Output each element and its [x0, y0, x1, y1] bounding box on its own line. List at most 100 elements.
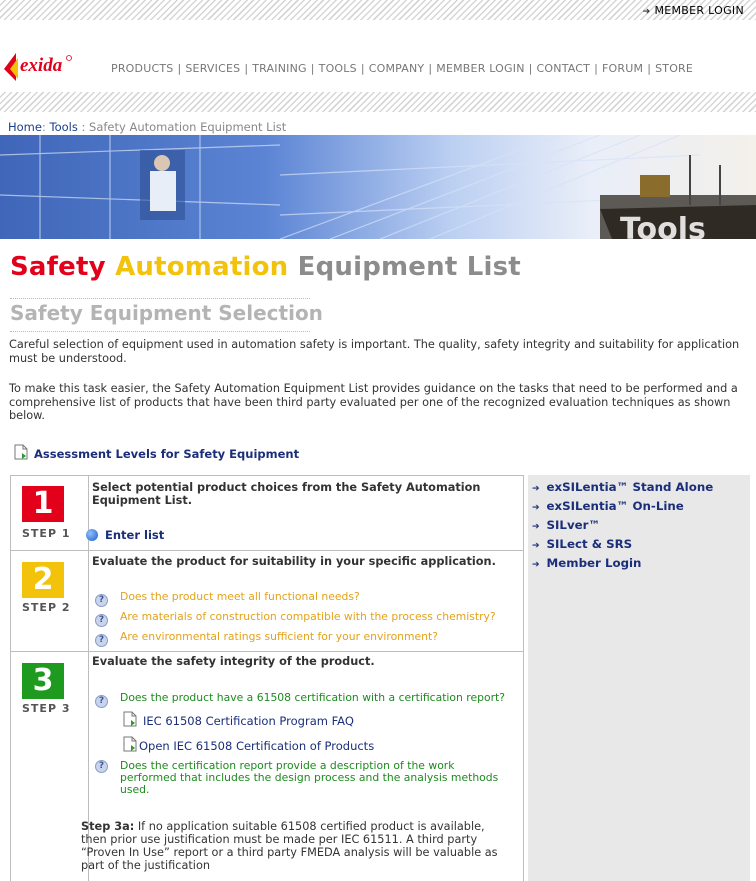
nav-separator: |: [244, 62, 249, 75]
sidebar-link-silect-srs[interactable]: ➔ SILect & SRS: [532, 537, 632, 551]
nav-separator: |: [647, 62, 652, 75]
arrow-right-icon: ➔: [532, 503, 540, 513]
title-word-safety: Safety: [10, 252, 106, 282]
nav-item-tools[interactable]: TOOLS: [319, 62, 357, 75]
breadcrumb-separator: :: [81, 120, 86, 134]
iec-61508-certification-link[interactable]: Open IEC 61508 Certification of Products: [123, 736, 374, 753]
nav-separator: |: [360, 62, 365, 75]
nav-item-member-login[interactable]: MEMBER LOGIN: [436, 62, 524, 75]
exida-logo-mark: exida: [4, 53, 72, 81]
exida-logo[interactable]: exida: [2, 49, 78, 85]
arrow-right-icon: ➔: [532, 541, 540, 551]
sidebar-link-label: SILver™: [546, 518, 601, 532]
question-icon: ?: [95, 634, 108, 647]
page-subtitle: Safety Equipment Selection: [10, 301, 323, 325]
banner-image: Tools: [0, 135, 756, 239]
svg-text:exida: exida: [20, 55, 63, 76]
sidebar-link-member-login[interactable]: ➔ Member Login: [532, 556, 641, 570]
step-3a-text: Step 3a: If no application suitable 6150…: [81, 820, 509, 872]
step-2-question-1: ? Does the product meet all functional ne…: [95, 590, 360, 607]
document-icon: [14, 444, 28, 460]
nav-separator: |: [594, 62, 599, 75]
arrow-right-icon: ➔: [642, 7, 651, 17]
step-1-badge: 1: [22, 486, 64, 522]
member-login-label: MEMBER LOGIN: [654, 4, 744, 17]
assessment-levels-label: Assessment Levels for Safety Equipment: [34, 447, 300, 461]
intro-paragraph-1: Careful selection of equipment used in a…: [9, 338, 740, 365]
step-2-question-3: ? Are environmental ratings sufficient fo…: [95, 630, 438, 647]
question-text: Does the certification report provide a …: [120, 759, 499, 796]
title-word-equipment-list: Equipment List: [297, 252, 521, 282]
step-3-badge: 3: [22, 663, 64, 699]
breadcrumb-home[interactable]: Home: [8, 120, 42, 134]
intro-paragraph-2: To make this task easier, the Safety Aut…: [9, 382, 738, 422]
main-nav: PRODUCTS | SERVICES | TRAINING | TOOLS | COMPANY…: [111, 62, 693, 75]
step-2-question-2: ? Are materials of construction compatibl…: [95, 610, 496, 627]
breadcrumb: Home: Tools : Safety Automation Equipmen…: [8, 120, 286, 134]
iec-61508-faq-link[interactable]: IEC 61508 Certification Program FAQ: [123, 711, 354, 728]
sidebar-link-exsilentia-stand-alone[interactable]: ➔ exSILentia™ Stand Alone: [532, 480, 713, 494]
nav-item-training[interactable]: TRAINING: [252, 62, 307, 75]
enter-list-label: Enter list: [105, 528, 165, 542]
step-1-label: STEP 1: [22, 527, 71, 540]
breadcrumb-tools[interactable]: Tools: [50, 120, 78, 134]
arrow-right-icon: ➔: [532, 522, 540, 532]
nav-item-forum[interactable]: FORUM: [602, 62, 643, 75]
iec-61508-faq-label: IEC 61508 Certification Program FAQ: [143, 714, 354, 728]
question-icon: ?: [95, 594, 108, 607]
subtitle-divider: [10, 298, 310, 299]
step-1-heading: Select potential product choices from th…: [92, 481, 481, 507]
step-3-label: STEP 3: [22, 702, 71, 715]
document-icon: [123, 711, 137, 727]
question-text: Does the product have a 61508 certificat…: [120, 691, 506, 704]
breadcrumb-current: Safety Automation Equipment List: [89, 120, 287, 134]
step-3a-label: Step 3a:: [81, 820, 135, 833]
enter-list-link[interactable]: Enter list: [86, 528, 164, 542]
tools-banner: Tools: [0, 135, 756, 239]
iec-61508-certification-label: Open IEC 61508 Certification of Products: [139, 739, 375, 753]
nav-separator: |: [177, 62, 182, 75]
step-3-heading: Evaluate the safety integrity of the pro…: [92, 655, 375, 668]
sidebar-link-label: SILect & SRS: [546, 537, 633, 551]
nav-separator: |: [310, 62, 315, 75]
question-text: Are environmental ratings sufficient for…: [120, 630, 438, 643]
globe-icon: [86, 529, 98, 541]
sidebar-link-exsilentia-online[interactable]: ➔ exSILentia™ On-Line: [532, 499, 684, 513]
document-icon: [123, 736, 137, 752]
nav-item-products[interactable]: PRODUCTS: [111, 62, 173, 75]
step-2-heading: Evaluate the product for suitability in …: [92, 555, 496, 568]
nav-bottom-stripe: [0, 92, 756, 112]
table-row-divider: [11, 651, 523, 652]
sidebar-link-silver[interactable]: ➔ SILver™: [532, 518, 600, 532]
member-login-top-link[interactable]: ➔ MEMBER LOGIN: [643, 4, 744, 17]
step-3a-body: If no application suitable 61508 certifi…: [81, 820, 498, 872]
assessment-levels-link[interactable]: Assessment Levels for Safety Equipment: [14, 444, 299, 461]
question-icon: ?: [95, 614, 108, 627]
sidebar-link-label: exSILentia™ Stand Alone: [546, 480, 714, 494]
nav-item-services[interactable]: SERVICES: [185, 62, 240, 75]
nav-item-store[interactable]: STORE: [655, 62, 693, 75]
page-title: Safety Automation Equipment List: [10, 252, 521, 282]
question-text: Are materials of construction compatible…: [120, 610, 496, 623]
breadcrumb-separator: :: [41, 120, 46, 134]
sidebar-link-label: exSILentia™ On-Line: [546, 499, 684, 513]
subtitle-divider: [10, 331, 310, 332]
nav-separator: |: [528, 62, 533, 75]
question-icon: ?: [95, 695, 108, 708]
nav-separator: |: [428, 62, 433, 75]
step-3-question-1: ? Does the product have a 61508 certifica…: [95, 691, 505, 708]
nav-item-contact[interactable]: CONTACT: [537, 62, 591, 75]
banner-overlay-text: Tools: [620, 212, 706, 239]
step-2-label: STEP 2: [22, 601, 71, 614]
arrow-right-icon: ➔: [532, 484, 540, 494]
nav-item-company[interactable]: COMPANY: [369, 62, 425, 75]
question-icon: ?: [95, 760, 108, 773]
table-row-divider: [11, 550, 523, 551]
step-3-question-2: ? Does the certification report provide a…: [95, 760, 515, 796]
sidebar-link-label: Member Login: [546, 556, 642, 570]
title-word-automation: Automation: [115, 252, 289, 282]
sidebar-panel: [528, 475, 750, 881]
question-text: Does the product meet all functional nee…: [120, 590, 360, 603]
step-2-badge: 2: [22, 562, 64, 598]
arrow-right-icon: ➔: [532, 560, 540, 570]
